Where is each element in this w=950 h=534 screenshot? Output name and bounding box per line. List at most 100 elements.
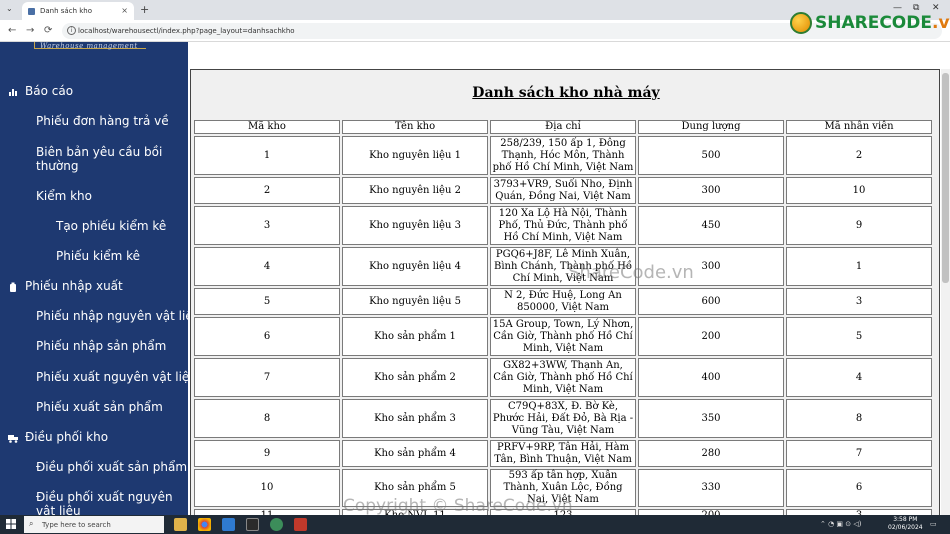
table-cell: 350 xyxy=(638,399,784,438)
sidebar-item-phieu-don-hang-tra-ve[interactable]: Phiếu đơn hàng trả về xyxy=(36,114,169,128)
table-row: 3 Kho nguyên liệu 3 120 Xa Lộ Hà Nội, Thàn… xyxy=(194,206,932,245)
table-cell: Kho nguyên liệu 2 xyxy=(342,177,488,204)
table-cell: Kho nguyên liệu 4 xyxy=(342,247,488,286)
sidebar-item-phieu-kiem-ke[interactable]: Phiếu kiểm kê xyxy=(56,249,140,263)
reload-button[interactable]: ⟳ xyxy=(44,25,52,36)
terminal-icon[interactable] xyxy=(246,518,259,531)
logo-subtitle: Warehouse management xyxy=(40,42,138,50)
table-cell: 280 xyxy=(638,440,784,467)
sharecode-logo: SHARECODE.vn xyxy=(790,12,950,34)
sidebar-item-kiem-kho[interactable]: Kiểm kho xyxy=(36,189,92,203)
sidebar-item-phieu-xuat-nguyen-vat-lieu[interactable]: Phiếu xuất nguyên vật liệu xyxy=(36,370,188,384)
sidebar-item-phieu-nhap-san-pham[interactable]: Phiếu nhập sản phẩm xyxy=(36,339,166,353)
clock-date: 02/06/2024 xyxy=(888,524,923,531)
brand-tld: .vn xyxy=(931,13,950,33)
table-cell: 15A Group, Town, Lý Nhơn, Cần Giờ, Thành… xyxy=(490,317,636,356)
sidebar-item-dieu-phoi-xuat-san-pham[interactable]: Điều phối xuất sản phẩm xyxy=(36,460,187,474)
page-scrollbar[interactable] xyxy=(941,69,950,515)
watermark-copyright: Copyright © ShareCode.vn xyxy=(343,496,573,516)
table-row: 6 Kho sản phẩm 1 15A Group, Town, Lý Nhơn,… xyxy=(194,317,932,356)
forward-button[interactable]: → xyxy=(26,25,34,36)
sharecode-logo-icon xyxy=(790,12,812,34)
table-cell: 5 xyxy=(786,317,932,356)
table-cell: 4 xyxy=(786,358,932,397)
tab-list-button[interactable]: ⌄ xyxy=(6,4,13,13)
vscode-icon[interactable] xyxy=(222,518,235,531)
sidebar-item-phieu-xuat-san-pham[interactable]: Phiếu xuất sản phẩm xyxy=(36,400,163,414)
clock-time: 3:58 PM xyxy=(893,516,918,523)
sidebar-item-dieu-phoi-xuat-nguyen-vat-lieu[interactable]: Điều phối xuất nguyên vật liệu xyxy=(36,490,186,515)
table-cell: Kho nguyên liệu 1 xyxy=(342,136,488,175)
table-cell: 7 xyxy=(786,440,932,467)
app-icon[interactable] xyxy=(270,518,283,531)
watermark-center: ShareCode.vn xyxy=(568,262,694,283)
table-cell: 3793+VR9, Suối Nho, Định Quán, Đồng Nai,… xyxy=(490,177,636,204)
taskbar-clock[interactable]: 3:58 PM 02/06/2024 xyxy=(888,516,923,532)
new-tab-button[interactable]: + xyxy=(140,3,149,16)
clipboard-icon xyxy=(8,282,18,292)
table-cell: GX82+3WW, Thạnh An, Cần Giờ, Thành phố H… xyxy=(490,358,636,397)
table-row: 1 Kho nguyên liệu 1 258/239, 150 ấp 1, Đôn… xyxy=(194,136,932,175)
taskbar-search-input[interactable]: ⌕ Type here to search xyxy=(24,516,164,533)
table-cell: 8 xyxy=(786,399,932,438)
sidebar-item-dieu-phoi-kho[interactable]: Điều phối kho xyxy=(25,430,108,444)
column-header: Mã nhân viên xyxy=(786,120,932,134)
table-cell: 200 xyxy=(638,317,784,356)
site-info-icon[interactable]: i xyxy=(67,26,76,35)
sidebar-item-bien-ban-yeu-cau-boi-thuong[interactable]: Biên bản yêu cầu bồi thường xyxy=(36,145,186,173)
recorder-icon[interactable] xyxy=(294,518,307,531)
windows-start-icon[interactable] xyxy=(6,519,16,532)
table-cell: 500 xyxy=(638,136,784,175)
table-row: 7 Kho sản phẩm 2 GX82+3WW, Thạnh An, Cần G… xyxy=(194,358,932,397)
table-cell: 5 xyxy=(194,288,340,315)
table-cell: Kho nguyên liệu 3 xyxy=(342,206,488,245)
page-title: Danh sách kho nhà máy xyxy=(472,85,660,101)
browser-tab[interactable]: Danh sách kho × xyxy=(22,2,134,20)
table-cell: Kho sản phẩm 2 xyxy=(342,358,488,397)
table-cell: Kho sản phẩm 3 xyxy=(342,399,488,438)
table-cell: 9 xyxy=(194,440,340,467)
table-cell: N 2, Đức Huệ, Long An 850000, Việt Nam xyxy=(490,288,636,315)
sidebar-item-tao-phieu-kiem-ke[interactable]: Tạo phiếu kiểm kê xyxy=(56,219,166,233)
table-header-row: Mã kho Tên kho Địa chỉ Dung lượng Mã nhâ… xyxy=(194,120,932,134)
chrome-icon[interactable] xyxy=(198,518,211,531)
favicon-icon xyxy=(28,7,35,15)
column-header: Dung lượng xyxy=(638,120,784,134)
tray-icons[interactable]: ⌃ ◔ ▣ ⊙ ◁) xyxy=(820,520,861,528)
file-explorer-icon[interactable] xyxy=(174,518,187,531)
windows-taskbar: ⌕ Type here to search ⌃ ◔ ▣ ⊙ ◁) 3:58 PM… xyxy=(0,515,950,534)
search-placeholder: Type here to search xyxy=(42,520,111,529)
sidebar-item-bao-cao[interactable]: Báo cáo xyxy=(25,84,73,98)
sidebar-item-phieu-nhap-xuat[interactable]: Phiếu nhập xuất xyxy=(25,279,123,293)
truck-icon xyxy=(8,433,18,443)
back-button[interactable]: ← xyxy=(8,25,16,36)
table-cell: 330 xyxy=(638,469,784,507)
tab-close-icon[interactable]: × xyxy=(121,6,128,15)
url-text: localhost/warehousectl/index.php?page_la… xyxy=(78,27,295,35)
table-row: 2 Kho nguyên liệu 2 3793+VR9, Suối Nho, Đị… xyxy=(194,177,932,204)
table-row: 8 Kho sản phẩm 3 C79Q+83X, Đ. Bờ Kè, Phước… xyxy=(194,399,932,438)
brand-name: SHARECODE xyxy=(815,13,932,33)
sidebar-item-phieu-nhap-nguyen-vat-lieu[interactable]: Phiếu nhập nguyên vật liệu xyxy=(36,309,188,323)
table-cell: 1 xyxy=(194,136,340,175)
table-cell: Kho nguyên liệu 5 xyxy=(342,288,488,315)
table-cell: 9 xyxy=(786,206,932,245)
table-cell: 10 xyxy=(786,177,932,204)
table-cell: Kho sản phẩm 1 xyxy=(342,317,488,356)
table-cell: C79Q+83X, Đ. Bờ Kè, Phước Hải, Đất Đỏ, B… xyxy=(490,399,636,438)
table-cell: 6 xyxy=(786,469,932,507)
table-cell: 300 xyxy=(638,177,784,204)
table-cell: 258/239, 150 ấp 1, Đông Thạnh, Hóc Môn, … xyxy=(490,136,636,175)
table-cell: 10 xyxy=(194,469,340,507)
column-header: Địa chỉ xyxy=(490,120,636,134)
scrollbar-thumb[interactable] xyxy=(942,73,949,283)
notification-icon[interactable]: ▭ xyxy=(930,520,937,528)
table-cell: PRFV+9RP, Tân Hải, Hàm Tân, Bình Thuận, … xyxy=(490,440,636,467)
table-cell: 3 xyxy=(194,206,340,245)
table-row: 5 Kho nguyên liệu 5N 2, Đức Huệ, Long An … xyxy=(194,288,932,315)
table-row: 4 Kho nguyên liệu 4 PGQ6+J8F, Lê Minh Xuân… xyxy=(194,247,932,286)
table-cell: 8 xyxy=(194,399,340,438)
table-cell: 600 xyxy=(638,288,784,315)
column-header: Tên kho xyxy=(342,120,488,134)
bar-chart-icon xyxy=(8,87,18,97)
